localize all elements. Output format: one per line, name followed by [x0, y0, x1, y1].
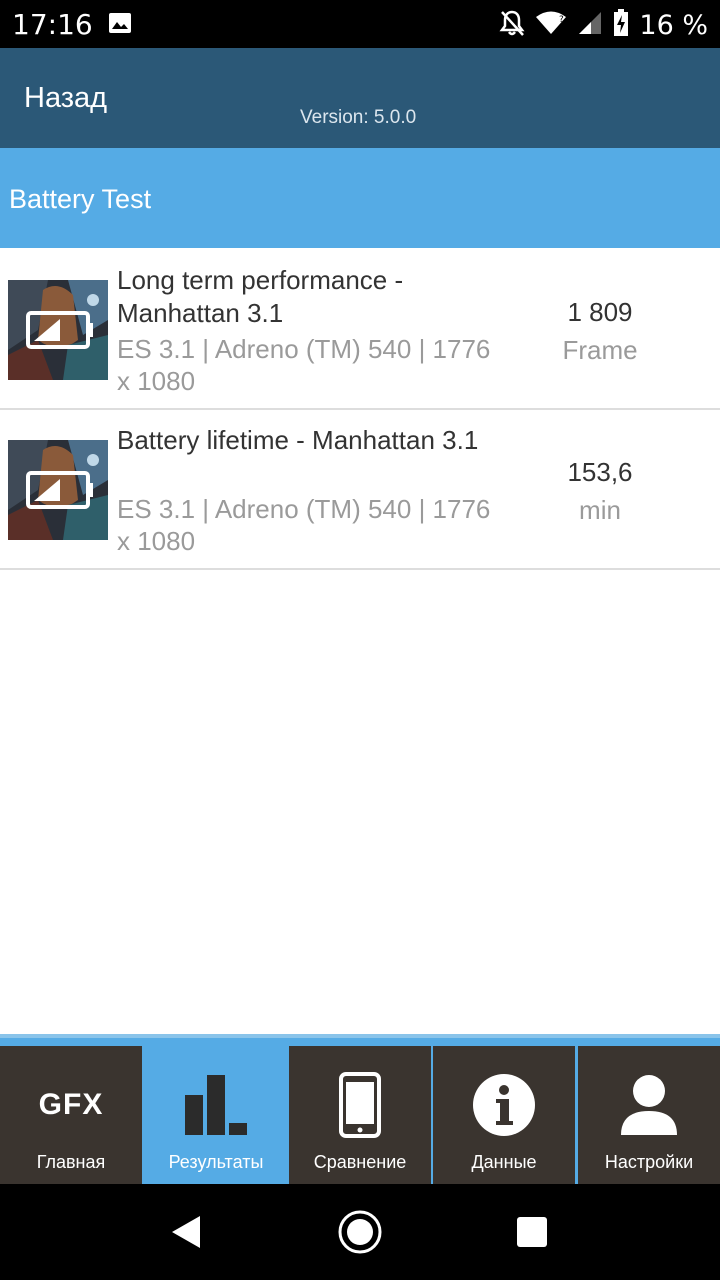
top-bar: Назад Version: 5.0.0 — [0, 48, 720, 148]
nav-settings[interactable]: Настройки — [578, 1046, 720, 1184]
battery-charging-icon — [613, 9, 629, 41]
nav-label: Главная — [36, 1152, 106, 1172]
result-unit: Frame — [562, 335, 638, 365]
battery-percent: 16 % — [639, 9, 708, 41]
result-details: ES 3.1 | Adreno (TM) 540 | 1776 x 1080 — [117, 494, 491, 556]
result-score: 1 809 — [567, 297, 633, 327]
nav-compare[interactable]: Сравнение — [289, 1046, 431, 1184]
result-name: Battery lifetime - Manhattan 3.1 — [117, 425, 479, 455]
info-icon — [433, 1070, 575, 1140]
nav-label: Данные — [471, 1152, 537, 1172]
svg-text:?: ? — [559, 15, 564, 25]
test-thumbnail — [8, 280, 108, 380]
wifi-icon: ? — [535, 10, 567, 40]
bottom-navigation: GFX Главная Результаты Сравнение Данные … — [0, 1034, 720, 1184]
image-notification-icon — [108, 12, 132, 34]
nav-home[interactable]: GFX Главная — [0, 1046, 142, 1184]
signal-icon — [577, 10, 603, 40]
nav-divider — [0, 1034, 720, 1038]
status-bar: 17:16 ? 16 % — [0, 0, 720, 48]
result-row[interactable]: Long term performance - Manhattan 3.1 ES… — [0, 250, 720, 410]
result-row[interactable]: Battery lifetime - Manhattan 3.1 ES 3.1 … — [0, 410, 720, 570]
result-unit: min — [579, 495, 621, 525]
notifications-off-icon — [499, 9, 525, 41]
status-time: 17:16 — [12, 8, 93, 41]
result-score: 153,6 — [567, 457, 633, 487]
system-navigation-bar — [0, 1184, 720, 1280]
back-button[interactable]: Назад — [24, 82, 107, 115]
nav-label: Результаты — [168, 1152, 264, 1172]
nav-label: Сравнение — [313, 1152, 407, 1172]
home-icon[interactable] — [337, 1209, 383, 1260]
phone-icon — [289, 1070, 431, 1140]
gfx-logo-icon: GFX — [38, 1088, 104, 1121]
section-header: Battery Test — [0, 148, 720, 248]
bar-chart-icon — [145, 1070, 287, 1140]
section-title: Battery Test — [9, 184, 152, 214]
recents-icon[interactable] — [516, 1216, 548, 1253]
back-icon[interactable] — [170, 1214, 202, 1255]
result-details: ES 3.1 | Adreno (TM) 540 | 1776 x 1080 — [117, 334, 491, 396]
person-icon — [578, 1070, 720, 1140]
nav-data[interactable]: Данные — [433, 1046, 575, 1184]
version-label: Version: 5.0.0 — [300, 107, 417, 128]
result-name: Long term performance - Manhattan 3.1 — [117, 265, 404, 328]
nav-results[interactable]: Результаты — [145, 1046, 287, 1184]
nav-label: Настройки — [604, 1152, 694, 1172]
test-thumbnail — [8, 440, 108, 540]
